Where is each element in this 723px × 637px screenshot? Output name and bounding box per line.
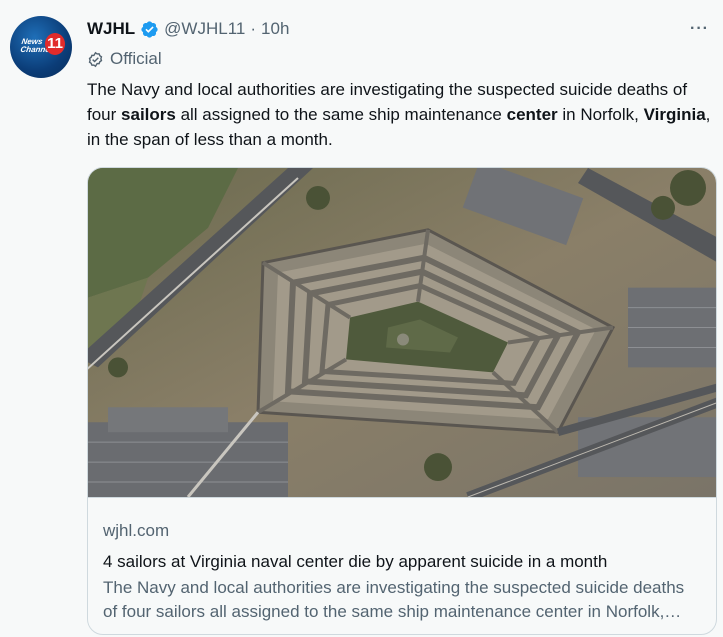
- tweet-header: WJHL @WJHL11 · 10h: [87, 17, 289, 41]
- tweet-text-part: all assigned to the same ship maintenanc…: [175, 105, 507, 124]
- link-preview-card[interactable]: wjhl.com 4 sailors at Virginia naval cen…: [87, 167, 717, 635]
- tweet-text: The Navy and local authorities are inves…: [87, 77, 717, 152]
- display-name[interactable]: WJHL: [87, 19, 135, 39]
- card-title[interactable]: 4 sailors at Virginia naval center die b…: [103, 550, 703, 574]
- tweet-text-bold: center: [506, 105, 558, 124]
- tweet-text-bold: sailors: [121, 105, 176, 124]
- timestamp[interactable]: 10h: [261, 19, 289, 39]
- checkmark-circle-icon: [88, 51, 103, 67]
- more-horizontal-icon[interactable]: ···: [690, 20, 709, 38]
- verified-badge-icon: [141, 20, 158, 38]
- avatar[interactable]: News Channel 11: [10, 16, 72, 78]
- official-label: Official: [87, 48, 162, 70]
- handle[interactable]: @WJHL11: [164, 19, 245, 39]
- card-description: The Navy and local authorities are inves…: [103, 578, 685, 621]
- tweet-text-part: in Norfolk,: [557, 105, 644, 124]
- card-image[interactable]: [88, 168, 717, 498]
- card-domain[interactable]: wjhl.com: [103, 520, 703, 542]
- tweet[interactable]: News Channel 11 WJHL @WJHL11 · 10h ··· O…: [0, 0, 723, 637]
- tweet-text-bold: Virginia: [643, 105, 706, 124]
- separator-dot: ·: [250, 19, 257, 38]
- card-meta: wjhl.com 4 sailors at Virginia naval cen…: [103, 520, 703, 624]
- avatar-logo-number: 11: [45, 33, 65, 55]
- official-text: Official: [110, 49, 162, 68]
